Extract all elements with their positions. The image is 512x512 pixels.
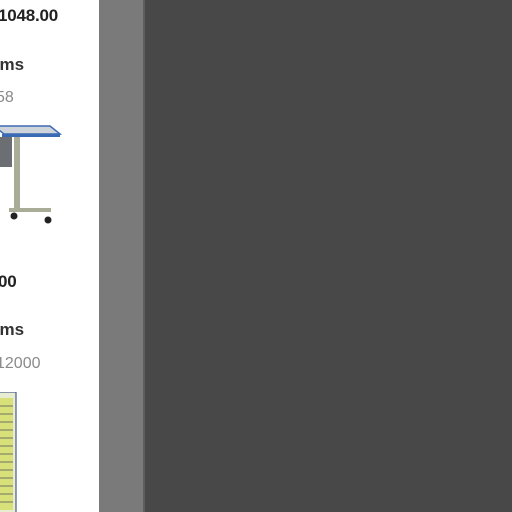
product-price: 00 [0,272,17,291]
product-price: 1048.00 [0,6,59,25]
product-items-label: ems [0,320,25,339]
product-sub-value: 58 [0,89,14,106]
scrollbar-track[interactable] [99,0,145,512]
main-canvas [145,0,512,512]
shelf-icon[interactable] [0,391,18,512]
product-sub-value: 12000 [0,355,41,372]
product-list-panel: 1048.00 ems 58 00 ems 12000 [0,0,99,512]
product-items-label: ems [0,55,25,74]
desk-icon[interactable] [0,118,64,228]
